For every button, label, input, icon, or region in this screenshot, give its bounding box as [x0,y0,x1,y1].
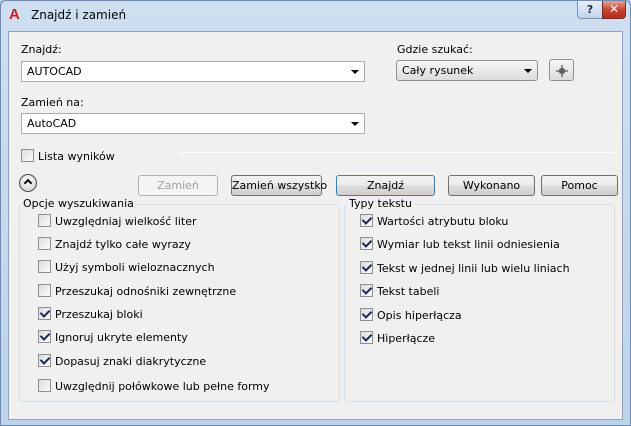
checkbox[interactable] [360,214,373,227]
option-checkbox[interactable]: Wartości atrybutu bloku [360,214,620,230]
text-types-group [344,204,615,402]
checkbox[interactable] [21,149,34,162]
option-checkbox[interactable]: Ignoruj ukryte elementy [38,330,298,346]
collapse-options-button[interactable] [19,174,37,192]
option-checkbox[interactable]: Wymiar lub tekst linii odniesienia [360,237,620,253]
results-list-label: Lista wyników [38,150,115,163]
checkbox[interactable] [360,284,373,297]
option-checkbox[interactable]: Znajdź tylko całe wyrazy [38,237,298,253]
option-label: Dopasuj znaki diakrytyczne [55,355,207,368]
text-types-title: Typy tekstu [347,197,414,210]
option-checkbox[interactable]: Przeszukaj bloki [38,307,298,323]
option-label: Uwzględnij połówkowe lub pełne formy [55,380,270,393]
help-icon[interactable]: ? [577,1,603,19]
option-checkbox[interactable]: Opis hiperłącza [360,308,620,324]
results-list-checkbox[interactable]: Lista wyników [21,149,131,165]
option-checkbox[interactable]: Hiperłącze [360,331,620,347]
option-label: Tekst tabeli [377,285,440,298]
search-options-group [19,204,340,402]
option-label: Wartości atrybutu bloku [377,215,509,228]
option-checkbox[interactable]: Przeszukaj odnośniki zewnętrzne [38,284,298,300]
replace-label: Zamień na: [21,96,84,109]
checkbox[interactable] [38,284,51,297]
find-button[interactable]: Znajdź [336,175,435,196]
find-combobox[interactable]: AUTOCAD [21,61,365,82]
find-replace-dialog: A Znajdź i zamień ? ✕ Znajdź: AUTOCAD Gd… [0,0,631,426]
find-label: Znajdź: [21,43,62,56]
option-label: Wymiar lub tekst linii odniesienia [377,238,560,251]
option-label: Tekst w jednej linii lub wielu liniach [377,262,570,275]
search-options-title: Opcje wyszukiwania [21,197,136,210]
done-button[interactable]: Wykonano [448,175,535,196]
checkbox[interactable] [38,237,51,250]
checkbox[interactable] [38,260,51,273]
dialog-body: Znajdź: AUTOCAD Gdzie szukać: Cały rysun… [8,31,623,420]
divider [179,152,615,153]
replace-combobox[interactable]: AutoCAD [21,113,365,134]
find-value: AUTOCAD [27,65,82,78]
where-dropdown[interactable]: Cały rysunek [396,60,538,81]
option-label: Użyj symboli wieloznacznych [55,261,215,274]
checkbox[interactable] [360,308,373,321]
select-objects-button[interactable] [549,59,574,81]
chevron-down-icon [351,70,359,74]
checkbox[interactable] [360,331,373,344]
where-value: Cały rysunek [402,64,474,77]
replace-value: AutoCAD [27,117,77,130]
option-label: Przeszukaj bloki [55,308,143,321]
option-label: Ignoruj ukryte elementy [55,331,188,344]
checkbox[interactable] [360,261,373,274]
checkbox[interactable] [38,379,51,392]
help-button[interactable]: Pomoc [541,175,618,196]
option-label: Opis hiperłącza [377,309,462,322]
option-checkbox[interactable]: Uwzględniaj wielkość liter [38,214,298,230]
option-checkbox[interactable]: Dopasuj znaki diakrytyczne [38,354,298,370]
checkbox[interactable] [38,307,51,320]
checkbox[interactable] [360,237,373,250]
checkbox[interactable] [38,354,51,367]
checkbox[interactable] [38,330,51,343]
title-bar[interactable]: A Znajdź i zamień ? ✕ [1,1,630,31]
close-button[interactable]: ✕ [602,1,626,19]
option-checkbox[interactable]: Użyj symboli wieloznacznych [38,260,298,276]
chevron-down-icon [351,122,359,126]
option-label: Przeszukaj odnośniki zewnętrzne [55,285,237,298]
option-checkbox[interactable]: Uwzględnij połówkowe lub pełne formy [38,379,298,395]
replace-button[interactable]: Zamień [138,175,218,196]
option-checkbox[interactable]: Tekst w jednej linii lub wielu liniach [360,261,620,277]
window-title: Znajdź i zamień [31,8,127,22]
checkbox[interactable] [38,214,51,227]
option-checkbox[interactable]: Tekst tabeli [360,284,620,300]
option-label: Znajdź tylko całe wyrazy [55,238,191,251]
where-label: Gdzie szukać: [397,43,473,56]
replace-all-button[interactable]: Zamień wszystko [231,175,327,196]
chevron-down-icon [524,69,532,73]
autocad-logo-icon: A [9,6,20,23]
option-label: Hiperłącze [377,332,436,345]
crosshair-icon [556,65,568,77]
option-label: Uwzględniaj wielkość liter [55,215,197,228]
